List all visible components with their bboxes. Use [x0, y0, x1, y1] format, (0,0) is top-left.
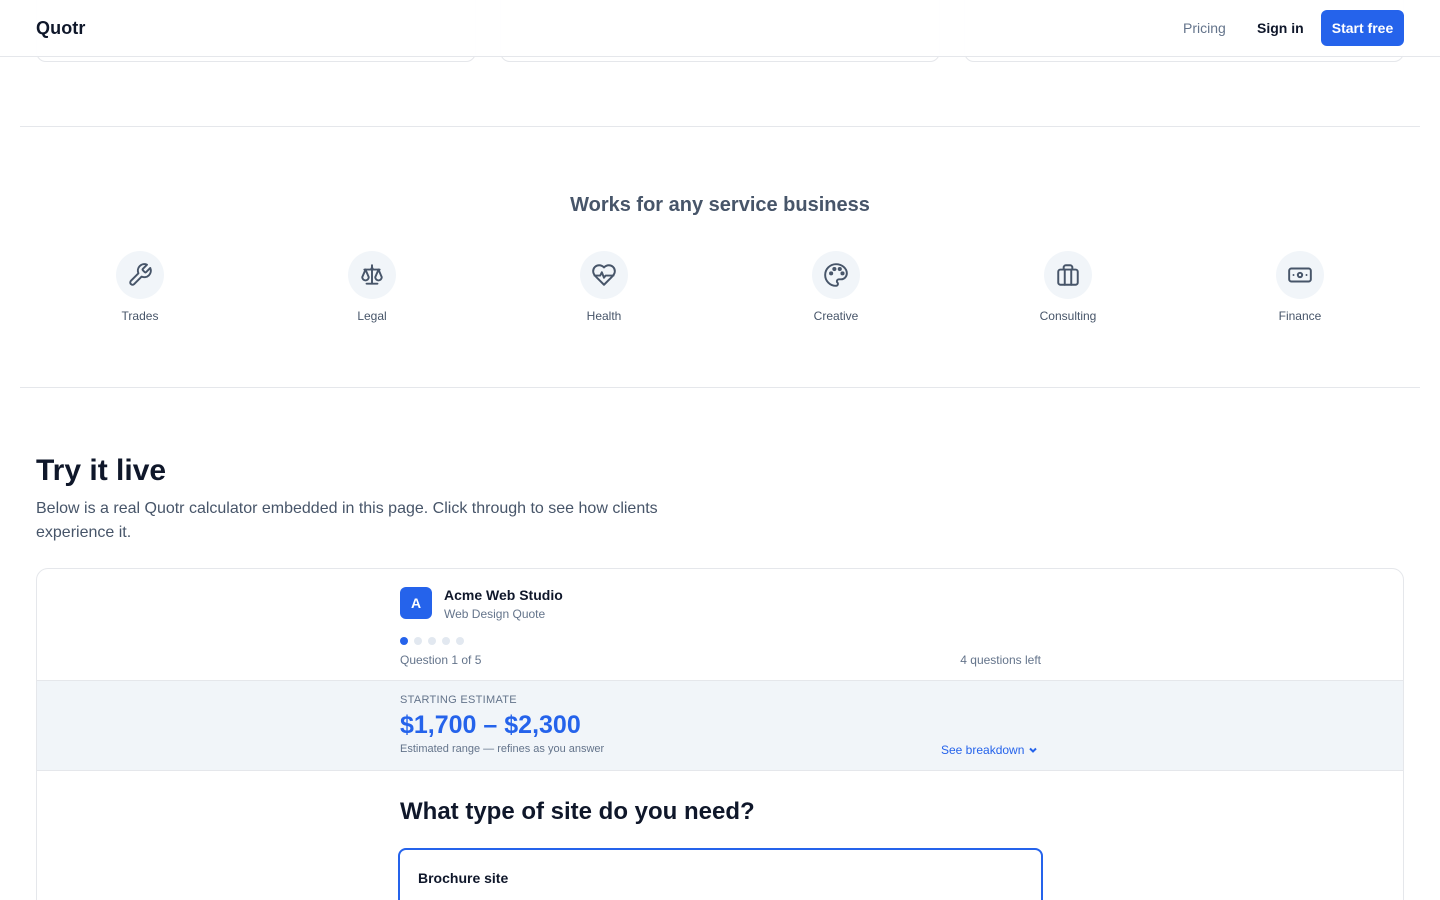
industry-label: Health	[586, 309, 622, 323]
briefcase-icon	[1044, 251, 1092, 299]
wrench-icon	[116, 251, 164, 299]
scale-icon	[348, 251, 396, 299]
estimate-note: Estimated range — refines as you answer	[400, 743, 605, 755]
option-label: Brochure site	[418, 870, 509, 886]
logo[interactable]: Quotr	[36, 18, 86, 39]
progress-dots	[400, 637, 464, 645]
industry-item-creative: Creative	[776, 251, 896, 323]
industry-item-finance: Finance	[1240, 251, 1360, 323]
sign-in-link[interactable]: Sign in	[1257, 20, 1304, 36]
estimate-range: $1,700 – $2,300	[400, 711, 581, 739]
industry-label: Creative	[813, 309, 859, 323]
business-avatar: A	[400, 587, 432, 619]
option-brochure-site[interactable]: Brochure site	[398, 848, 1043, 900]
see-breakdown-link[interactable]: See breakdown	[941, 743, 1038, 757]
section-divider	[20, 126, 1420, 127]
progress-dot	[442, 637, 450, 645]
industry-label: Finance	[1278, 309, 1322, 323]
banknote-icon	[1276, 251, 1324, 299]
see-breakdown-label: See breakdown	[941, 743, 1025, 757]
progress-dot	[400, 637, 408, 645]
try-live-title: Try it live	[36, 454, 167, 487]
estimate-panel: STARTING ESTIMATE $1,700 – $2,300 Estima…	[37, 680, 1403, 771]
question-title: What type of site do you need?	[400, 798, 755, 825]
industry-item-legal: Legal	[312, 251, 432, 323]
section-divider	[20, 387, 1420, 388]
progress-dot	[414, 637, 422, 645]
progress-dot	[428, 637, 436, 645]
business-name: Acme Web Studio	[444, 587, 563, 603]
embedded-calculator: A Acme Web Studio Web Design Quote Quest…	[36, 568, 1404, 900]
industry-item-consulting: Consulting	[1008, 251, 1128, 323]
top-nav: Quotr Pricing Sign in Start free	[0, 0, 1440, 57]
industries-heading: Works for any service business	[570, 194, 870, 216]
chevron-down-icon	[1029, 747, 1038, 753]
industry-label: Consulting	[1039, 309, 1097, 323]
estimate-label: STARTING ESTIMATE	[400, 694, 517, 706]
heart-pulse-icon	[580, 251, 628, 299]
palette-icon	[812, 251, 860, 299]
try-live-description: Below is a real Quotr calculator embedde…	[36, 500, 658, 541]
quote-subtitle: Web Design Quote	[444, 607, 546, 621]
progress-dot	[456, 637, 464, 645]
questions-left: 4 questions left	[960, 653, 1041, 667]
industry-label: Trades	[121, 309, 159, 323]
start-free-button[interactable]: Start free	[1321, 10, 1404, 46]
industry-item-trades: Trades	[80, 251, 200, 323]
industry-label: Legal	[357, 309, 387, 323]
nav-link-pricing[interactable]: Pricing	[1183, 20, 1226, 36]
industry-item-health: Health	[544, 251, 664, 323]
question-progress: Question 1 of 5	[400, 653, 482, 667]
